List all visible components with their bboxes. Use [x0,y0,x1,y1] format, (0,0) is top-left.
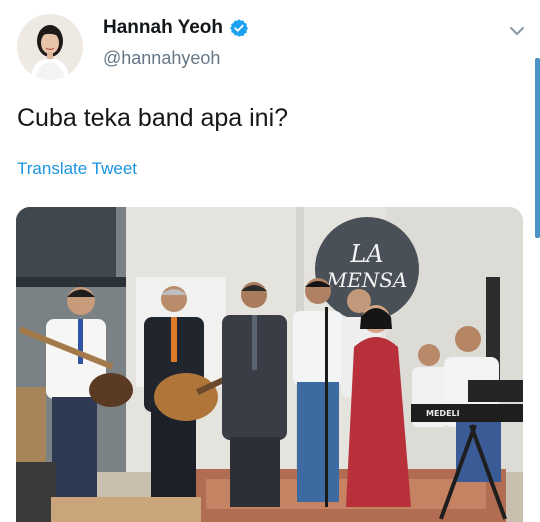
display-name[interactable]: Hannah Yeoh [103,17,223,39]
tweet-card: Hannah Yeoh @hannahyeoh Cuba teka band a… [0,0,540,522]
sign-text-line2: MENSA [326,268,408,292]
sign-text-line1: LA [349,240,383,268]
handle[interactable]: @hannahyeoh [103,48,249,69]
name-row: Hannah Yeoh [103,17,249,39]
keyboard-brand: MEDELI [426,409,460,418]
tweet-text: Cuba teka band apa ini? [17,104,289,132]
scrollbar[interactable] [535,58,540,238]
tweet-header: Hannah Yeoh @hannahyeoh [103,17,249,69]
translate-tweet-link[interactable]: Translate Tweet [17,159,137,179]
chevron-down-icon[interactable] [508,22,526,40]
avatar[interactable] [17,14,83,80]
tweet-photo[interactable]: LA MENSA MEDELI [16,207,523,522]
verified-badge-icon [229,18,249,38]
